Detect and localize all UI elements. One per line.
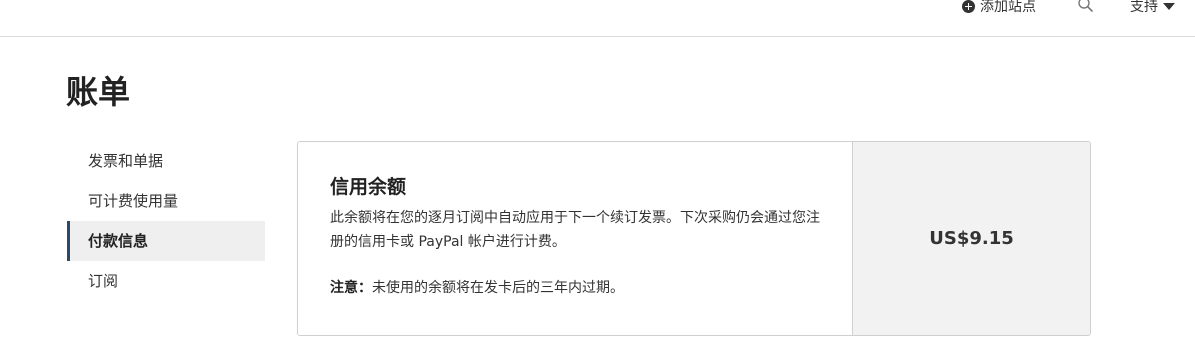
top-bar: 添加站点 支持 [0,0,1195,37]
support-label: 支持 [1130,0,1158,15]
sidebar-item-billable-usage[interactable]: 可计费使用量 [67,181,265,221]
sidebar-item-subscriptions[interactable]: 订阅 [67,261,265,301]
credit-note-label: 注意： [330,280,372,296]
credit-title: 信用余额 [330,176,407,198]
credit-amount: US$9.15 [929,228,1014,249]
sidebar-item-invoices[interactable]: 发票和单据 [67,141,265,181]
plus-circle-icon [962,0,975,13]
credit-info-panel: 信用余额 此余额将在您的逐月订阅中自动应用于下一个续订发票。下次采购仍会通过您注… [298,142,853,335]
support-menu[interactable]: 支持 [1130,0,1175,16]
caret-down-icon [1163,2,1175,10]
credit-description: 此余额将在您的逐月订阅中自动应用于下一个续订发票。下次采购仍会通过您注册的信用卡… [330,210,820,250]
credit-balance-card: 信用余额 此余额将在您的逐月订阅中自动应用于下一个续订发票。下次采购仍会通过您注… [297,141,1091,336]
credit-note: 注意：未使用的余额将在发卡后的三年内过期。 [330,276,852,300]
search-button[interactable] [1076,0,1096,15]
add-site-label: 添加站点 [980,0,1036,15]
credit-note-text: 未使用的余额将在发卡后的三年内过期。 [372,280,624,296]
credit-amount-panel: US$9.15 [853,142,1090,335]
page-title: 账单 [66,73,131,111]
search-icon [1078,0,1093,12]
add-site-button[interactable]: 添加站点 [962,0,1036,16]
sidebar-item-payment-info[interactable]: 付款信息 [67,221,265,261]
billing-sidebar: 发票和单据 可计费使用量 付款信息 订阅 [67,141,265,301]
